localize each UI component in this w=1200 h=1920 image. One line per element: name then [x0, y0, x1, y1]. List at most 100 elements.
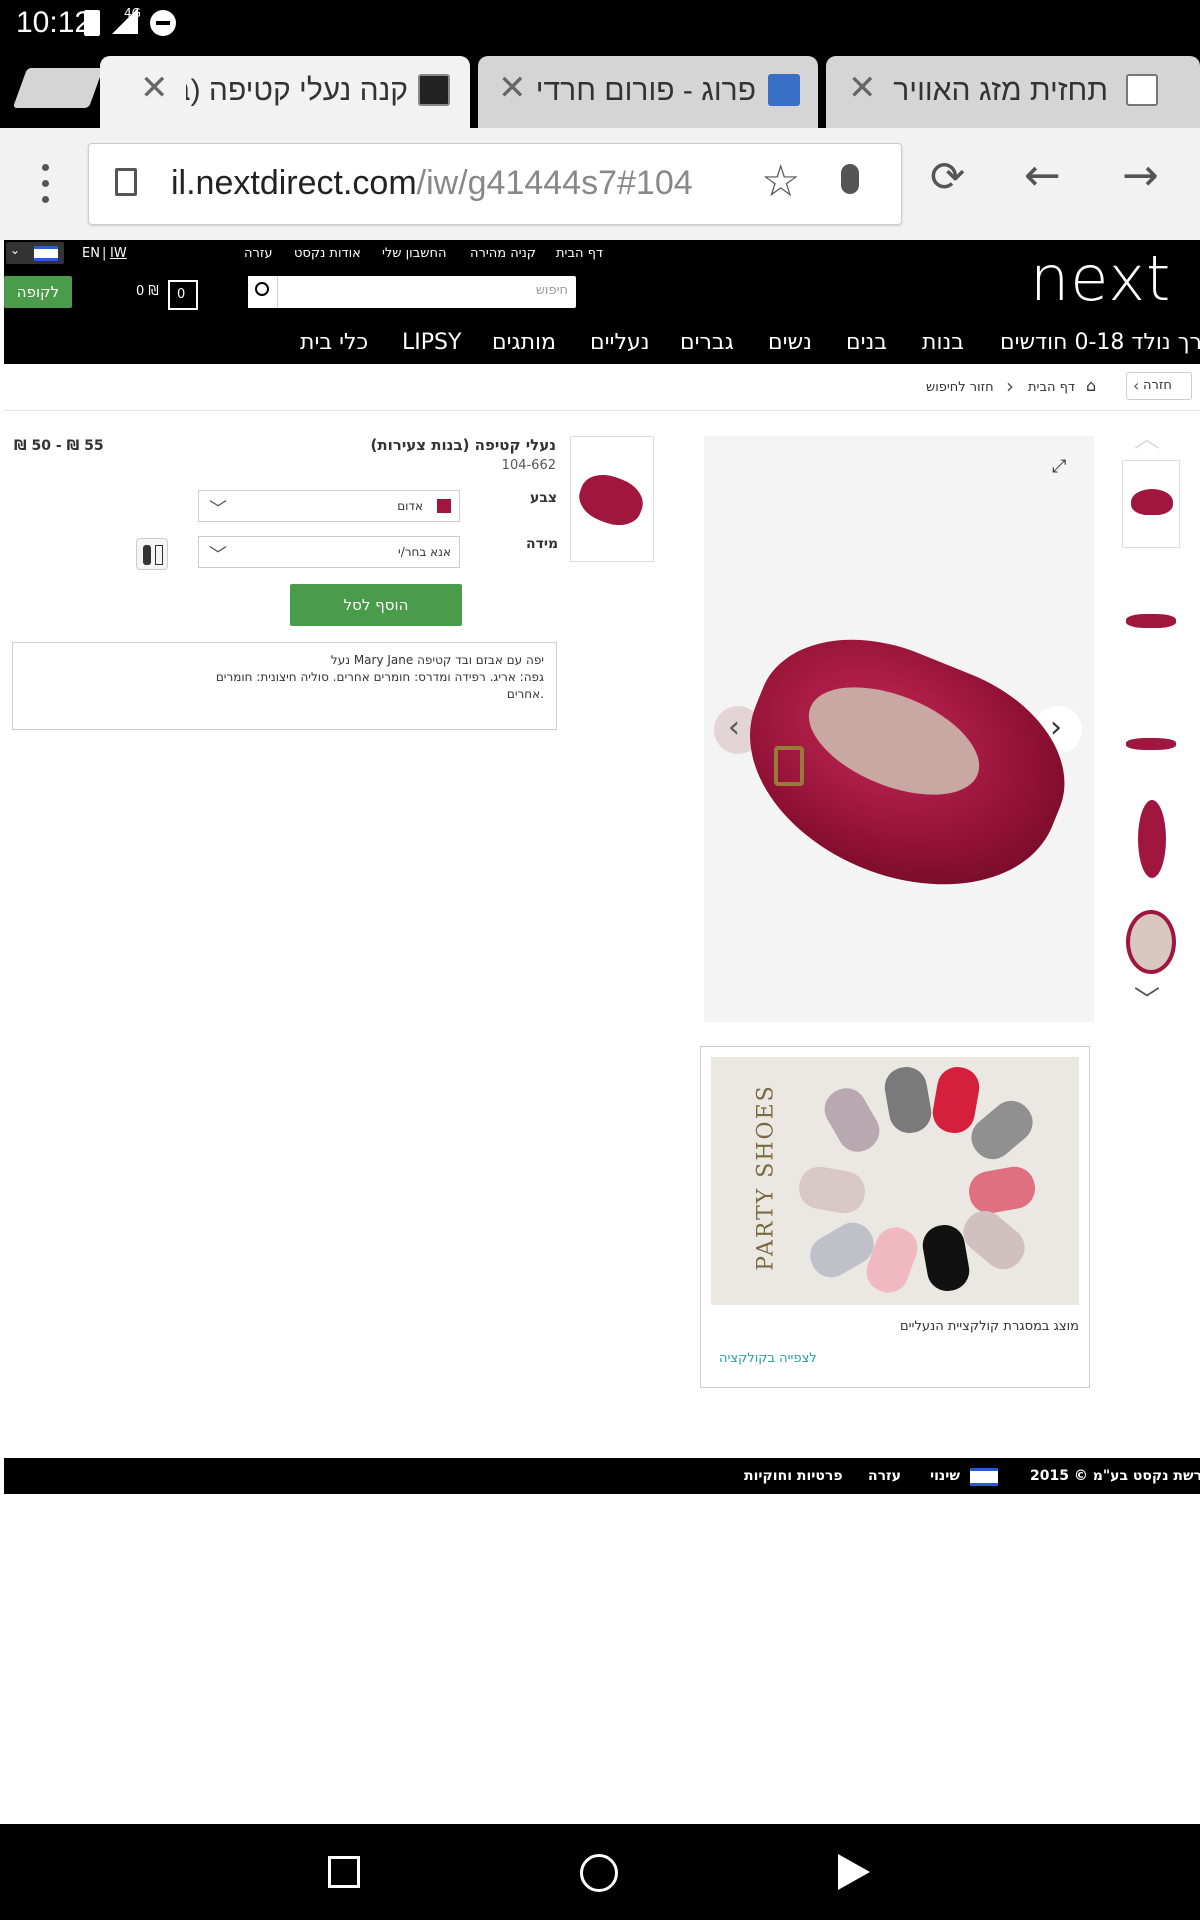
close-tab-icon[interactable]: ✕: [140, 68, 169, 108]
thumbs-up-arrow-icon[interactable]: ︿: [1134, 418, 1160, 455]
back-nav-button[interactable]: [838, 1854, 870, 1890]
search-placeholder: חיפוש: [535, 283, 568, 298]
browser-toolbar: il.nextdirect.com/iw/g41444s7#104 ☆ ⟳ ← …: [0, 128, 1200, 240]
size-select[interactable]: אנא בחר/י ﹀: [198, 536, 460, 568]
nav-women[interactable]: נשים: [768, 330, 812, 355]
tab-weather[interactable]: ✕ תחזית מזג האוויר ה: [826, 56, 1200, 128]
product-main-image[interactable]: ⤢ ‹ ›: [704, 436, 1094, 1022]
color-swatch: [437, 499, 451, 513]
url-text[interactable]: il.nextdirect.com/iw/g41444s7#104: [171, 164, 693, 203]
home-button[interactable]: [580, 1854, 618, 1892]
thumbnail-5[interactable]: [1122, 906, 1180, 978]
status-time: 10:12: [16, 6, 92, 39]
footer-privacy[interactable]: פרטיות וחוקיות: [744, 1468, 843, 1484]
mic-icon[interactable]: [841, 164, 859, 194]
recents-button[interactable]: [328, 1856, 360, 1888]
nav-boys[interactable]: בנים: [846, 330, 887, 355]
nav-baby[interactable]: רך נולד 0-18 חודשים: [1000, 330, 1200, 355]
nav-lipsy[interactable]: LIPSY: [402, 330, 461, 355]
top-link-about[interactable]: אודות נקסט: [294, 246, 361, 261]
product-description: נעל Mary Jane יפה עם אבזם ובד קטיפה גפה:…: [12, 642, 557, 730]
chevron-down-icon: ﹀: [209, 499, 227, 520]
expand-icon[interactable]: ⤢: [1052, 456, 1066, 477]
reload-icon[interactable]: ⟳: [930, 152, 965, 201]
back-icon[interactable]: ←: [1024, 150, 1061, 201]
promo-image-text: PARTY SHOES: [753, 1084, 779, 1271]
menu-icon[interactable]: [42, 164, 50, 204]
nav-home-goods[interactable]: כלי בית: [300, 330, 368, 355]
close-tab-icon[interactable]: ✕: [848, 68, 877, 108]
promo-caption: מוצג במסגרת קולקציית הנעליים: [900, 1319, 1079, 1334]
lang-iw[interactable]: IW: [110, 246, 127, 261]
product-thumbnail: [570, 436, 654, 562]
tab-active[interactable]: ✕ קנה נעלי קטיפה (בנ: [100, 56, 470, 128]
tab-forum[interactable]: ✕ פרוג - פורום חרדי מ: [478, 56, 818, 128]
nav-men[interactable]: גברים: [680, 330, 734, 355]
country-selector[interactable]: ⌄: [6, 242, 64, 264]
nav-shoes[interactable]: נעליים: [590, 330, 650, 355]
israel-flag-icon: [970, 1468, 998, 1486]
home-icon[interactable]: ⌂: [1086, 376, 1096, 395]
url-path: /iw/g41444s7#104: [416, 164, 693, 202]
lang-en[interactable]: EN: [82, 246, 100, 261]
new-tab-button[interactable]: [12, 68, 104, 108]
size-label: מידה: [526, 536, 559, 552]
footer-help[interactable]: עזרה: [868, 1468, 901, 1484]
search-icon: [255, 282, 269, 296]
product-price: 55 ₪ - 50 ₪: [14, 438, 104, 454]
url-bar[interactable]: il.nextdirect.com/iw/g41444s7#104 ☆: [88, 143, 902, 225]
tab-title: תחזית מזג האוויר ה: [886, 74, 1108, 107]
breadcrumb-home[interactable]: דף הבית: [1028, 380, 1075, 395]
thumbnail-1[interactable]: [1122, 460, 1180, 548]
close-tab-icon[interactable]: ✕: [498, 68, 527, 108]
product-title: נעלי קטיפה (בנות צעירות): [370, 436, 556, 454]
size-guide-icon[interactable]: [136, 538, 168, 570]
nav-brands[interactable]: מותגים: [492, 330, 556, 355]
top-link-account[interactable]: החשבון שלי: [382, 246, 446, 261]
shoe-image: [714, 604, 1094, 928]
forum-favicon-icon: [768, 74, 800, 106]
lang-separator: |: [102, 246, 107, 261]
promo-image[interactable]: PARTY SHOES: [711, 1057, 1079, 1305]
israel-flag-icon: [34, 246, 58, 261]
collection-promo: PARTY SHOES מוצג במסגרת קולקציית הנעליים…: [700, 1046, 1090, 1388]
checkout-button[interactable]: לקופה: [4, 276, 72, 308]
thumbs-down-arrow-icon[interactable]: ﹀: [1134, 980, 1160, 1017]
color-select[interactable]: אדום ﹀: [198, 490, 460, 522]
footer-copyright: רשת נקסט בע"מ © 2015: [1030, 1468, 1200, 1484]
thumbnail-4[interactable]: [1122, 796, 1180, 884]
url-host: il.nextdirect.com: [171, 164, 417, 202]
star-icon[interactable]: ☆: [761, 156, 800, 207]
nav-girls[interactable]: בנות: [922, 330, 964, 355]
back-label: חזרה: [1143, 378, 1172, 393]
view-collection-link[interactable]: לצפייה בקולקציה: [719, 1351, 817, 1366]
next-logo[interactable]: next: [1030, 242, 1171, 315]
battery-icon: [84, 10, 100, 36]
description-line-1: נעל Mary Jane יפה עם אבזם ובד קטיפה: [330, 653, 544, 667]
top-link-quick-buy[interactable]: קניה מהירה: [470, 246, 536, 261]
bag-total: 0 ₪: [136, 284, 159, 299]
top-link-home[interactable]: דף הבית: [556, 246, 603, 261]
search-input[interactable]: חיפוש: [248, 276, 576, 308]
page-icon: [115, 168, 137, 196]
color-value: אדום: [397, 499, 423, 513]
color-label: צבע: [530, 490, 558, 506]
thumbnail-3[interactable]: [1122, 684, 1180, 772]
add-to-bag-button[interactable]: הוסף לסל: [290, 584, 462, 626]
divider: [4, 410, 1200, 411]
description-line-2: גפה: אריג. רפידה ומדרס: חומרים אחרים. סו…: [215, 670, 544, 684]
page-favicon-icon: [1126, 74, 1158, 106]
thumbnail-2[interactable]: [1122, 572, 1180, 660]
breadcrumb-back-to-search[interactable]: חזור לחיפוש: [926, 380, 994, 395]
chevron-down-icon: ﹀: [209, 545, 227, 566]
shopping-bag-icon[interactable]: 0: [168, 280, 198, 310]
site-header: ⌄ EN | IW עזרה אודות נקסט החשבון שלי קני…: [4, 240, 1200, 364]
bag-count: 0: [177, 287, 186, 302]
top-link-help[interactable]: עזרה: [244, 246, 272, 261]
search-button[interactable]: [248, 276, 278, 308]
footer-change[interactable]: שינוי: [930, 1468, 960, 1484]
forward-icon[interactable]: →: [1122, 150, 1159, 201]
tab-title: קנה נעלי קטיפה (בנ: [186, 74, 408, 107]
back-button[interactable]: חזרה ‹: [1126, 372, 1192, 400]
chevron-left-icon: ‹: [1133, 376, 1140, 395]
